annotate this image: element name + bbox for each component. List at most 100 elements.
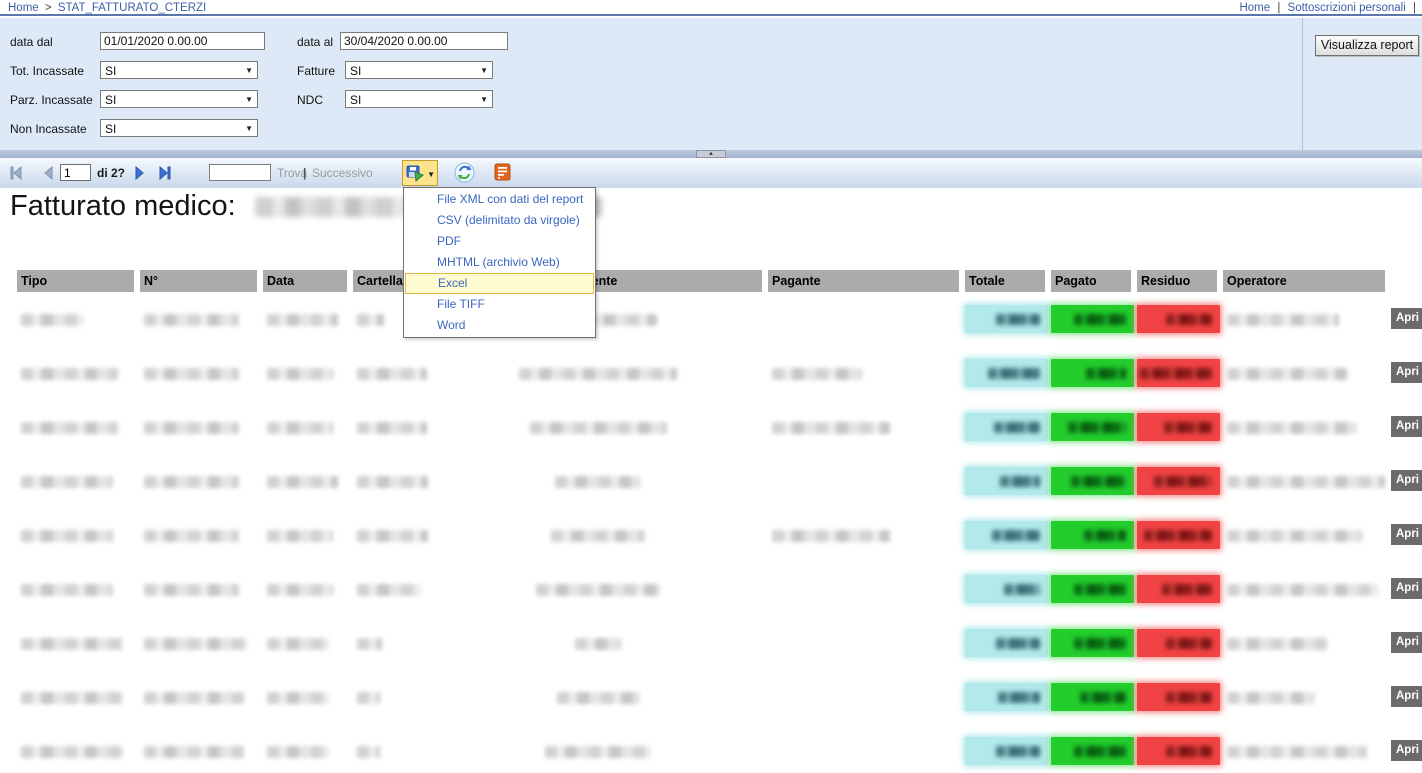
search-input[interactable] [209, 164, 271, 181]
apri-button[interactable]: Apri F [1391, 470, 1422, 491]
breadcrumb: Home > STAT_FATTURATO_CTERZI [8, 2, 206, 14]
totale-redacted-value [998, 692, 1040, 703]
numero-redacted-text [144, 368, 239, 380]
tipo-redacted-text [21, 584, 113, 596]
report-toolbar: di 2? Trova | Successivo ▼ [0, 158, 1422, 188]
report-title: Fatturato medico: [10, 190, 236, 223]
cliente-redacted-text [557, 692, 640, 704]
cliente-redacted-text [575, 638, 621, 650]
export-menu-item-file[interactable]: File XML con dati del report [404, 189, 595, 210]
pagato-amount-cell [1051, 305, 1134, 333]
apri-button[interactable]: Apri F [1391, 416, 1422, 437]
export-menu-item-file[interactable]: File TIFF [404, 294, 595, 315]
last-page-icon[interactable] [157, 165, 173, 181]
pagato-redacted-value [1074, 314, 1126, 325]
export-menu-item-excel[interactable]: Excel [405, 273, 594, 294]
next-page-icon[interactable] [132, 165, 148, 181]
column-header-pagato: Pagato [1051, 270, 1131, 292]
pagato-redacted-value [1074, 746, 1126, 757]
residuo-redacted-value [1164, 422, 1212, 433]
view-report-button[interactable]: Visualizza report [1315, 35, 1419, 56]
data-redacted-text [267, 638, 329, 650]
export-button[interactable]: ▼ [402, 160, 438, 186]
column-header-n: N° [140, 270, 257, 292]
apri-button[interactable]: Apri F [1391, 308, 1422, 329]
find-next-link[interactable]: Successivo [312, 166, 373, 180]
numero-redacted-text [144, 584, 239, 596]
apri-button[interactable]: Apri F [1391, 632, 1422, 653]
operatore-redacted-text [1227, 530, 1362, 542]
table-header-row: TipoN°DataCartellaClientePaganteTotalePa… [0, 270, 1422, 292]
numero-redacted-text [144, 314, 239, 326]
residuo-redacted-value [1166, 638, 1212, 649]
apri-button[interactable]: Apri F [1391, 578, 1422, 599]
export-format-menu: File XML con dati del reportCSV (delimit… [403, 187, 596, 338]
totale-amount-cell [965, 575, 1048, 603]
operatore-redacted-text [1227, 584, 1379, 596]
cartella-redacted-text [357, 314, 384, 326]
export-menu-item-csv[interactable]: CSV (delimitato da virgole) [404, 210, 595, 231]
ndc-value: SI [350, 93, 361, 107]
table-row: Apri F [0, 454, 1422, 508]
pagato-amount-cell [1051, 683, 1134, 711]
breadcrumb-home-link[interactable]: Home [8, 2, 39, 14]
pagato-amount-cell [1051, 737, 1134, 765]
data-redacted-text [267, 584, 333, 596]
apri-button[interactable]: Apri F [1391, 362, 1422, 383]
export-menu-item-pdf[interactable]: PDF [404, 231, 595, 252]
top-breadcrumb-bar: Home > STAT_FATTURATO_CTERZI Home | Sott… [0, 0, 1422, 16]
cartella-redacted-text [357, 422, 427, 434]
operatore-redacted-text [1227, 746, 1367, 758]
non-incassate-select[interactable]: SI ▼ [100, 119, 258, 137]
previous-page-icon[interactable] [40, 165, 56, 181]
operatore-redacted-text [1227, 422, 1357, 434]
cartella-redacted-text [357, 368, 427, 380]
apri-button[interactable]: Apri F [1391, 740, 1422, 761]
table-row: Apri F [0, 508, 1422, 562]
apri-button[interactable]: Apri F [1391, 524, 1422, 545]
collapse-parameters-button[interactable]: ▲ [696, 150, 726, 158]
numero-redacted-text [144, 422, 239, 434]
tot-incassate-select[interactable]: SI ▼ [100, 61, 258, 79]
totale-amount-cell [965, 683, 1048, 711]
pagato-amount-cell [1051, 521, 1134, 549]
report-viewer-page: Home > STAT_FATTURATO_CTERZI Home | Sott… [0, 0, 1422, 773]
collapse-arrow-icon: ▲ [697, 150, 725, 158]
export-menu-item-mhtml[interactable]: MHTML (archivio Web) [404, 252, 595, 273]
dropdown-arrow-icon: ▼ [245, 66, 253, 75]
pagato-amount-cell [1051, 629, 1134, 657]
totale-amount-cell [965, 305, 1048, 333]
table-row: Apri F [0, 670, 1422, 724]
data-dal-input[interactable] [100, 32, 265, 50]
apri-button[interactable]: Apri F [1391, 686, 1422, 707]
cartella-redacted-text [357, 584, 421, 596]
breadcrumb-current-report-link[interactable]: STAT_FATTURATO_CTERZI [58, 2, 206, 14]
personal-subscriptions-link[interactable]: Sottoscrizioni personali [1288, 2, 1406, 14]
home-link[interactable]: Home [1239, 2, 1270, 14]
data-feed-icon[interactable] [494, 163, 511, 181]
current-page-input[interactable] [60, 164, 91, 181]
data-al-input[interactable] [340, 32, 508, 50]
parz-incassate-select[interactable]: SI ▼ [100, 90, 258, 108]
column-header-operatore: Operatore [1223, 270, 1385, 292]
operatore-redacted-text [1227, 368, 1347, 380]
cliente-redacted-text [530, 422, 667, 434]
totale-redacted-value [988, 368, 1040, 379]
fatture-select[interactable]: SI ▼ [345, 61, 493, 79]
operatore-redacted-text [1227, 314, 1339, 326]
pagato-amount-cell [1051, 575, 1134, 603]
pagante-redacted-text [772, 368, 862, 380]
residuo-amount-cell [1137, 413, 1220, 441]
parz-incassate-value: SI [105, 93, 116, 107]
totale-redacted-value [1000, 476, 1040, 487]
first-page-icon[interactable] [8, 165, 24, 181]
cliente-redacted-text [519, 368, 677, 380]
cliente-redacted-text [555, 476, 641, 488]
residuo-amount-cell [1137, 521, 1220, 549]
ndc-select[interactable]: SI ▼ [345, 90, 493, 108]
refresh-icon[interactable] [454, 162, 475, 183]
export-menu-item-word[interactable]: Word [404, 315, 595, 336]
numero-redacted-text [144, 692, 244, 704]
top-right-links: Home | Sottoscrizioni personali | [1239, 2, 1420, 14]
residuo-amount-cell [1137, 683, 1220, 711]
